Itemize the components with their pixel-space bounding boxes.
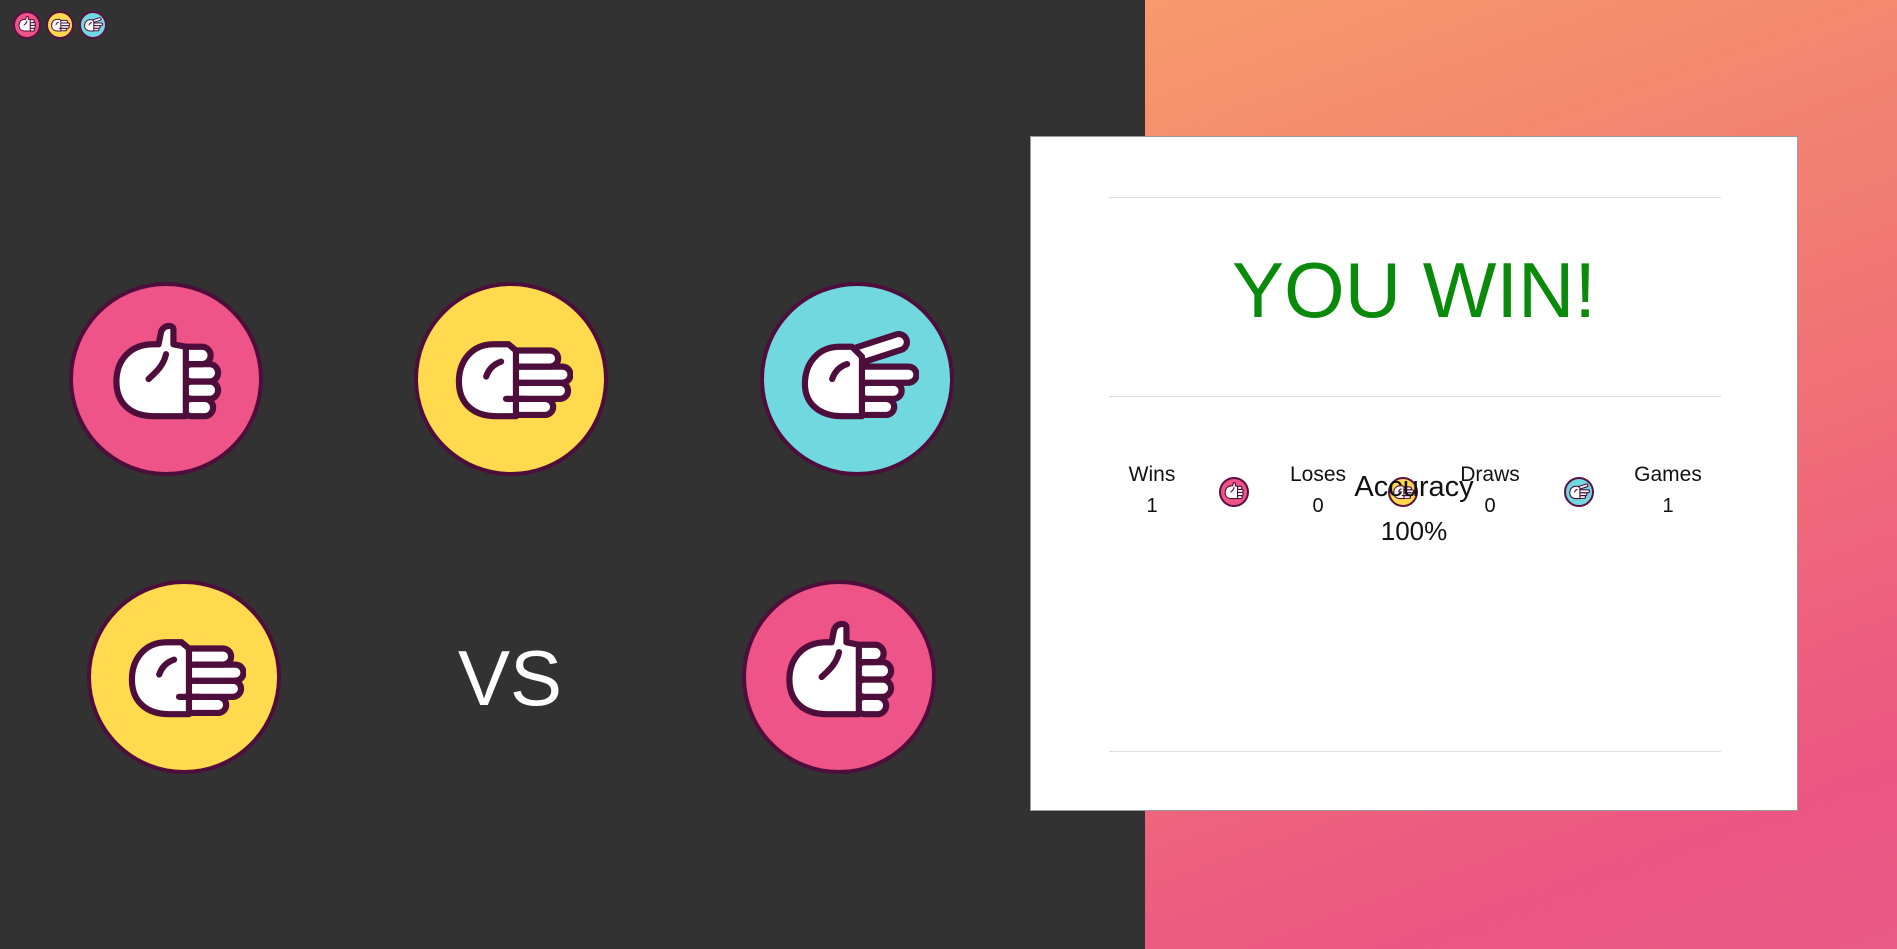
divider xyxy=(1109,197,1721,198)
paper-icon xyxy=(122,615,246,739)
paper-icon xyxy=(449,317,573,441)
choice-scissors-button[interactable] xyxy=(760,282,954,476)
rock-icon[interactable] xyxy=(13,11,41,39)
header-icons xyxy=(13,11,107,39)
choice-paper-button[interactable] xyxy=(414,282,608,476)
player-pick-paper xyxy=(87,580,281,774)
scissors-icon xyxy=(795,317,919,441)
scissors-icon[interactable] xyxy=(79,11,107,39)
result-panel: YOU WIN! Wins 1 Loses 0 Draws 0 Games 1 … xyxy=(1030,136,1798,811)
result-title: YOU WIN! xyxy=(1232,246,1596,334)
accuracy-value: 100% xyxy=(1380,516,1448,546)
rock-icon xyxy=(104,317,228,441)
vs-label: VS xyxy=(457,634,563,722)
rock-icon xyxy=(777,615,901,739)
divider xyxy=(1109,396,1721,397)
paper-icon[interactable] xyxy=(46,11,74,39)
opponent-pick-rock xyxy=(742,580,936,774)
divider xyxy=(1109,751,1721,752)
choice-rock-button[interactable] xyxy=(69,282,263,476)
accuracy-label: Accuracy xyxy=(1354,471,1474,503)
